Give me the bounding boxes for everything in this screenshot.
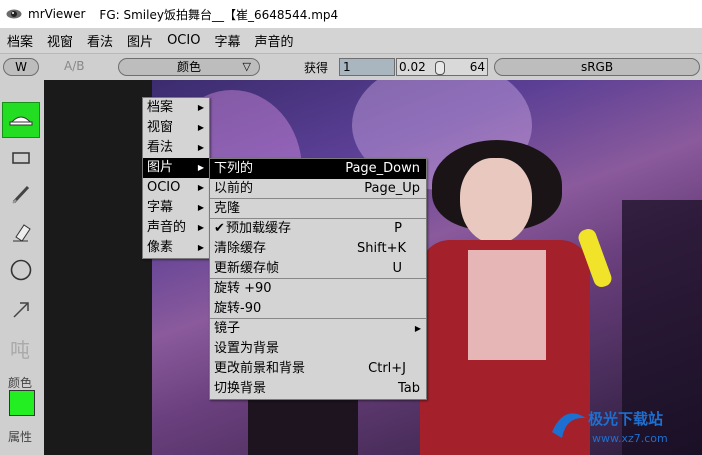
ctx-item-window[interactable]: 视窗 ▶ [143,118,209,138]
rectangle-icon [12,152,30,164]
scrub-icon [9,116,33,126]
ctx-item-ocio[interactable]: OCIO ▶ [143,178,209,198]
submenu-mirror[interactable]: 镜子 ▶ [210,319,426,339]
circle-icon [10,259,32,281]
menu-view[interactable]: 看法 [80,31,120,50]
submenu-clone[interactable]: 克隆 [210,199,426,219]
color-label: 颜色 [7,376,32,390]
chevron-right-icon: ▶ [197,203,204,212]
submenu-update-cache-frame[interactable]: 更新缓存帧 U [210,259,426,279]
rectangle-tool[interactable] [2,140,40,176]
ab-button[interactable]: A/B [64,59,84,73]
eye-app-icon [6,9,22,19]
chevron-right-icon: ▶ [197,103,204,112]
text-tool[interactable]: 吨 [0,334,40,363]
submenu-swap-fg-bg[interactable]: 更改前景和背景 Ctrl+J [210,359,426,379]
toolbar: W A/B 颜色 ▽ 获得 1 0.02 64 sRGB [0,53,702,80]
checkmark-icon: ✔ [214,221,225,236]
ctx-item-pixel[interactable]: 像素 ▶ [143,238,209,258]
window-title: FG: Smiley饭拍舞台__【崔_6648544.mp4 [99,7,339,22]
eraser-tool[interactable] [2,214,40,250]
color-swatch[interactable] [9,390,35,416]
ctx-item-subtitle[interactable]: 字幕 ▶ [143,198,209,218]
chevron-right-icon: ▶ [197,223,204,232]
submenu-set-background[interactable]: 设置为背景 [210,339,426,359]
app-name: mrViewer [28,7,86,21]
chevron-right-icon: ▶ [197,143,204,152]
svg-text:极光下载站: 极光下载站 [588,410,663,428]
watermark-logo: 极光下载站 www.xz7.com [552,410,668,445]
gain-input[interactable]: 1 [339,58,395,76]
chevron-right-icon: ▶ [197,243,204,252]
context-menu: 档案 ▶ 视窗 ▶ 看法 ▶ 图片 ▶ OCIO ▶ 字幕 ▶ 声音的 ▶ 像素 ▶ [142,97,210,259]
circle-tool[interactable] [2,252,40,288]
submenu-rotate-plus-90[interactable]: 旋转 +90 [210,279,426,299]
chevron-right-icon: ▶ [197,183,204,192]
menu-bar: 档案 视窗 看法 图片 OCIO 字幕 声音的 [0,28,702,52]
title-bar: mrViewer FG: Smiley饭拍舞台__【崔_6648544.mp4 [0,0,702,28]
chevron-right-icon: ▶ [197,123,204,132]
gain-slider[interactable]: 0.02 64 [396,58,488,76]
slider-max-label: 64 [469,60,485,74]
menu-file[interactable]: 档案 [0,31,40,50]
menu-window[interactable]: 视窗 [40,31,80,50]
color-channel-label: 颜色 [176,60,201,74]
ctx-item-image[interactable]: 图片 ▶ [143,158,209,178]
ctx-item-view[interactable]: 看法 ▶ [143,138,209,158]
svg-text:www.xz7.com: www.xz7.com [592,432,668,445]
menu-image[interactable]: 图片 [120,31,160,50]
arrow-tool[interactable] [2,292,40,328]
pencil-tool[interactable] [2,176,40,212]
eraser-icon [13,224,31,242]
submenu-previous[interactable]: 以前的 Page_Up [210,179,426,199]
arrow-icon [13,302,29,318]
gain-label: 获得 [304,61,329,75]
submenu-preload-cache[interactable]: ✔预加载缓存 P [210,219,426,239]
colorspace-select[interactable]: sRGB [494,58,700,76]
chevron-right-icon: ▶ [414,324,421,333]
color-channel-select[interactable]: 颜色 ▽ [118,58,260,76]
scrub-tool[interactable] [2,102,40,138]
menu-audio[interactable]: 声音的 [247,31,300,50]
chevron-down-icon: ▽ [242,60,251,73]
w-button[interactable]: W [3,58,39,76]
properties-label[interactable]: 属性 [0,428,40,445]
pencil-icon [12,185,30,204]
slider-knob[interactable] [435,61,445,75]
menu-subtitle[interactable]: 字幕 [207,31,247,50]
ctx-item-audio[interactable]: 声音的 ▶ [143,218,209,238]
submenu-clear-cache[interactable]: 清除缓存 Shift+K [210,239,426,259]
ctx-item-file[interactable]: 档案 ▶ [143,98,209,118]
chevron-right-icon: ▶ [197,163,204,172]
tool-sidebar: 吨 颜色 属性 [0,80,44,455]
image-submenu: 下列的 Page_Down 以前的 Page_Up 克隆 ✔预加载缓存 P 清除缓存 S… [209,158,427,400]
submenu-rotate-minus-90[interactable]: 旋转-90 [210,299,426,319]
submenu-next[interactable]: 下列的 Page_Down [210,159,426,179]
menu-ocio[interactable]: OCIO [160,33,207,48]
submenu-toggle-background[interactable]: 切换背景 Tab [210,379,426,399]
slider-min-label: 0.02 [399,60,426,74]
